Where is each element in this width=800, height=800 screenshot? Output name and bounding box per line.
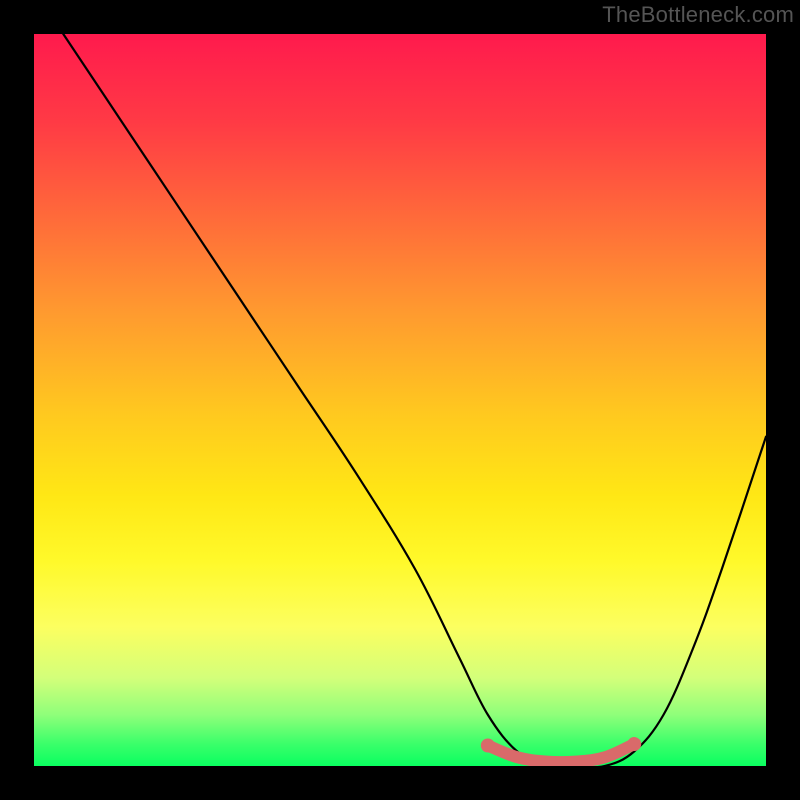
watermark-text: TheBottleneck.com — [602, 2, 794, 28]
plot-area — [34, 34, 766, 766]
bottleneck-curve — [63, 34, 766, 766]
chart-overlay — [34, 34, 766, 766]
chart-frame: TheBottleneck.com — [0, 0, 800, 800]
optimal-range-end-dot — [627, 737, 641, 751]
optimal-range-highlight — [488, 744, 634, 762]
optimal-range-start-dot — [481, 739, 495, 753]
